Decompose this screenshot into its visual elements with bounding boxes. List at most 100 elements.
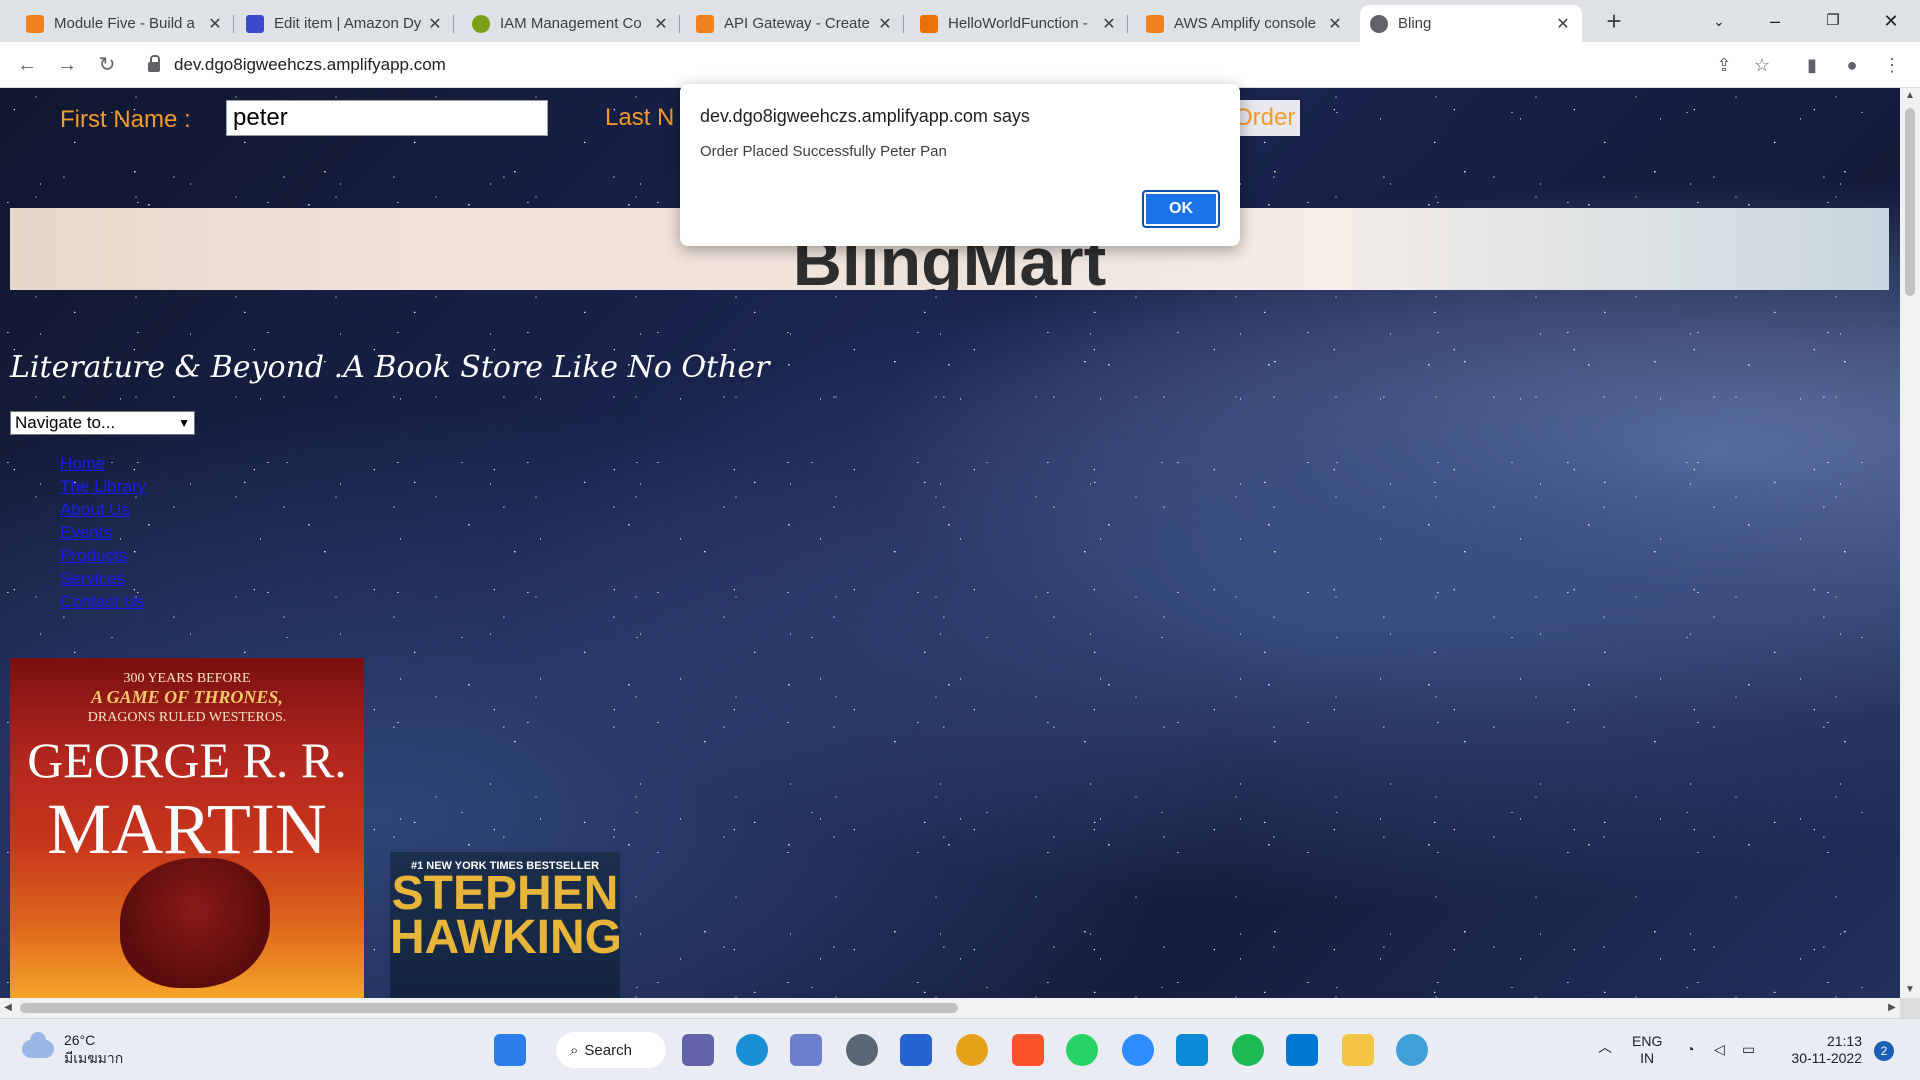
whatsapp-icon[interactable]: [1066, 1034, 1098, 1066]
tab-api-gateway[interactable]: API Gateway - Create ✕: [686, 5, 904, 42]
share-icon[interactable]: ⇪: [1712, 53, 1736, 77]
close-icon[interactable]: ✕: [652, 14, 670, 34]
side-panel-icon[interactable]: ▮: [1800, 53, 1824, 77]
restore-button[interactable]: ❐: [1810, 6, 1856, 36]
edge-icon[interactable]: [736, 1034, 768, 1066]
nav-link-products[interactable]: Products: [60, 546, 127, 565]
notification-badge[interactable]: 2: [1874, 1041, 1894, 1061]
nav-link-about[interactable]: About Us: [60, 500, 130, 519]
first-name-row: First Name :: [60, 100, 191, 140]
settings-gear-icon[interactable]: [846, 1034, 878, 1066]
brave-icon[interactable]: [1012, 1034, 1044, 1066]
close-icon[interactable]: ✕: [1554, 14, 1572, 34]
minimize-button[interactable]: –: [1752, 6, 1798, 36]
tab-label: HelloWorldFunction -: [948, 15, 1088, 32]
address-bar[interactable]: dev.dgo8igweehczs.amplifyapp.com: [138, 49, 1698, 81]
reload-icon[interactable]: ↻: [92, 50, 122, 80]
aws-icon: [1146, 14, 1164, 33]
temperature: 26°C: [64, 1032, 96, 1048]
tab-iam[interactable]: IAM Management Co ✕: [462, 5, 680, 42]
scroll-left-icon[interactable]: ◀: [0, 998, 16, 1018]
spotify-icon[interactable]: [1232, 1034, 1264, 1066]
scrollbar-corner: [1900, 998, 1920, 1018]
menu-kebab-icon[interactable]: ⋮: [1880, 53, 1904, 77]
file-explorer-icon[interactable]: [1342, 1034, 1374, 1066]
language-indicator[interactable]: ENG IN: [1632, 1033, 1662, 1067]
language-code: ENG: [1632, 1033, 1663, 1049]
chevron-down-icon: ▼: [178, 416, 190, 430]
close-icon[interactable]: ✕: [426, 14, 444, 34]
tab-separator: [679, 15, 680, 33]
alert-dialog: dev.dgo8igweehczs.amplifyapp.com says Or…: [680, 84, 1240, 246]
tab-helloworld[interactable]: HelloWorldFunction - ✕: [910, 5, 1128, 42]
book-cover-fire-and-blood[interactable]: 300 YEARS BEFORE A GAME OF THRONES, DRAG…: [10, 658, 364, 998]
url-text[interactable]: dev.dgo8igweehczs.amplifyapp.com: [174, 55, 446, 75]
navigate-select-value: Navigate to...: [15, 413, 116, 432]
nav-link-home[interactable]: Home: [60, 454, 105, 473]
nav-links: Home The Library About Us Events Product…: [60, 452, 146, 613]
remote-desktop-icon[interactable]: [1176, 1034, 1208, 1066]
tab-bling[interactable]: Bling ✕: [1360, 5, 1582, 42]
scroll-down-icon[interactable]: ▼: [1900, 982, 1920, 998]
aws-icon: [26, 14, 44, 33]
show-hidden-icons-chevron-icon[interactable]: ︿: [1598, 1039, 1612, 1056]
close-icon[interactable]: ✕: [206, 14, 224, 34]
app-icon[interactable]: [1396, 1034, 1428, 1066]
tab-module-five[interactable]: Module Five - Build a ✕: [16, 5, 234, 42]
weather-widget[interactable]: 26°C มีเมฆมาก: [22, 1031, 123, 1067]
store-icon[interactable]: [790, 1034, 822, 1066]
horizontal-scrollbar[interactable]: ◀ ▶: [0, 998, 1900, 1018]
nav-link-contact[interactable]: Contact Us: [60, 592, 144, 611]
taskbar-search[interactable]: ⌕ Search: [556, 1032, 666, 1068]
first-name-label: First Name :: [60, 106, 191, 133]
back-icon[interactable]: ←: [12, 50, 42, 80]
order-button[interactable]: Order: [1230, 100, 1300, 136]
new-tab-button[interactable]: +: [1600, 8, 1628, 36]
close-icon[interactable]: ✕: [1326, 14, 1344, 34]
tab-edit-item[interactable]: Edit item | Amazon Dy ✕: [236, 5, 454, 42]
navigate-select[interactable]: Navigate to... ▼: [10, 411, 195, 435]
dragon-illustration: [120, 858, 270, 988]
nav-link-library[interactable]: The Library: [60, 477, 146, 496]
wifi-icon[interactable]: ◔: [1686, 1041, 1694, 1058]
nav-link-events[interactable]: Events: [60, 523, 112, 542]
teams-chat-icon[interactable]: [682, 1034, 714, 1066]
tab-amplify[interactable]: AWS Amplify console ✕: [1136, 5, 1354, 42]
zoom-icon[interactable]: [1122, 1034, 1154, 1066]
book1-author-first: GEORGE R. R.: [27, 732, 347, 788]
dialog-message: Order Placed Successfully Peter Pan: [700, 143, 947, 160]
close-icon[interactable]: ✕: [876, 14, 894, 34]
vertical-scrollbar[interactable]: ▲ ▼: [1900, 88, 1920, 998]
tab-strip: Module Five - Build a ✕ Edit item | Amaz…: [0, 0, 1920, 42]
tab-label: Edit item | Amazon Dy: [274, 15, 422, 32]
vscode-icon[interactable]: [1286, 1034, 1318, 1066]
todo-check-icon[interactable]: [900, 1034, 932, 1066]
book1-line1: 300 YEARS BEFORE: [123, 671, 251, 686]
close-window-button[interactable]: ✕: [1868, 6, 1914, 36]
forward-icon[interactable]: →: [52, 50, 82, 80]
horizontal-scroll-thumb[interactable]: [20, 1003, 958, 1013]
clock[interactable]: 21:13 30-11-2022: [1780, 1033, 1862, 1067]
windows-start-icon[interactable]: [494, 1034, 526, 1066]
lock-icon[interactable]: [148, 55, 160, 72]
scroll-up-icon[interactable]: ▲: [1900, 88, 1920, 104]
tab-separator: [453, 15, 454, 33]
close-icon[interactable]: ✕: [1100, 14, 1118, 34]
profile-avatar-icon[interactable]: ●: [1840, 53, 1864, 77]
tab-separator: [903, 15, 904, 33]
battery-icon[interactable]: ▭: [1742, 1041, 1755, 1058]
first-name-input[interactable]: [226, 100, 548, 136]
nav-link-services[interactable]: Services: [60, 569, 125, 588]
volume-icon[interactable]: ◁: [1714, 1041, 1725, 1058]
tab-label: API Gateway - Create: [724, 15, 870, 32]
ok-button[interactable]: OK: [1142, 190, 1220, 228]
chrome-icon[interactable]: [956, 1034, 988, 1066]
vertical-scroll-thumb[interactable]: [1905, 108, 1915, 296]
book-cover-hawking[interactable]: #1 NEW YORK TIMES BESTSELLER STEPHEN HAW…: [390, 852, 620, 998]
browser-toolbar: ← → ↻ dev.dgo8igweehczs.amplifyapp.com ⇪…: [0, 42, 1920, 88]
bookmark-star-icon[interactable]: ☆: [1750, 53, 1774, 77]
scroll-right-icon[interactable]: ▶: [1884, 998, 1900, 1018]
tab-search-chevron-icon[interactable]: ⌄: [1696, 6, 1742, 36]
aws-icon: [696, 14, 714, 33]
clock-time: 21:13: [1826, 1033, 1862, 1049]
